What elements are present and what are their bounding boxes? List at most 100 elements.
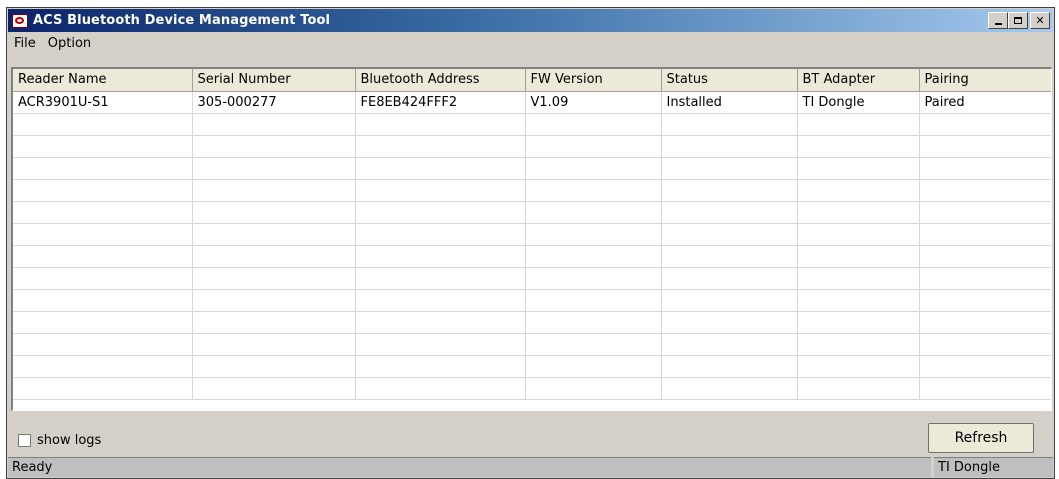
empty-cell (13, 245, 193, 268)
empty-cell (919, 223, 1051, 246)
menu-option[interactable]: Option (42, 36, 97, 51)
empty-cell (797, 223, 920, 246)
empty-cell (525, 333, 662, 356)
table-body: ACR3901U-S1 305-000277 FE8EB424FFF2 V1.0… (13, 91, 1051, 400)
empty-cell (919, 179, 1051, 202)
column-header-bluetooth-address[interactable]: Bluetooth Address (355, 69, 526, 92)
empty-cell (919, 135, 1051, 158)
empty-row (13, 311, 1051, 334)
empty-row (13, 201, 1051, 224)
empty-cell (797, 179, 920, 202)
empty-cell (661, 201, 798, 224)
bottom-panel: show logs Refresh (8, 413, 1053, 457)
cell-status: Installed (661, 91, 798, 114)
column-header-reader-name[interactable]: Reader Name (13, 69, 193, 92)
empty-cell (919, 245, 1051, 268)
menu-file[interactable]: File (8, 36, 42, 51)
empty-row (13, 245, 1051, 268)
empty-row (13, 267, 1051, 290)
empty-cell (661, 377, 798, 400)
column-header-pairing[interactable]: Pairing (919, 69, 1051, 92)
show-logs-checkbox[interactable] (18, 434, 31, 447)
empty-cell (661, 289, 798, 312)
empty-cell (525, 289, 662, 312)
empty-cell (192, 223, 356, 246)
empty-cell (13, 355, 193, 378)
cell-bt-adapter: TI Dongle (797, 91, 920, 114)
empty-cell (192, 289, 356, 312)
cell-reader-name: ACR3901U-S1 (13, 91, 193, 114)
app-window: ACS Bluetooth Device Management Tool ✕ F… (6, 7, 1055, 479)
empty-cell (525, 179, 662, 202)
empty-cell (355, 157, 526, 180)
column-header-bt-adapter[interactable]: BT Adapter (797, 69, 920, 92)
empty-cell (661, 267, 798, 290)
empty-cell (797, 289, 920, 312)
empty-cell (192, 377, 356, 400)
show-logs-option[interactable]: show logs (18, 433, 101, 448)
empty-cell (13, 377, 193, 400)
empty-cell (192, 179, 356, 202)
column-header-fw-version[interactable]: FW Version (525, 69, 662, 92)
empty-cell (355, 355, 526, 378)
device-list[interactable]: Reader Name Serial Number Bluetooth Addr… (11, 67, 1052, 411)
empty-cell (192, 113, 356, 136)
empty-cell (355, 179, 526, 202)
empty-cell (355, 311, 526, 334)
empty-cell (13, 113, 193, 136)
empty-cell (919, 311, 1051, 334)
maximize-icon (1014, 17, 1022, 24)
column-header-status[interactable]: Status (661, 69, 798, 92)
refresh-button[interactable]: Refresh (928, 423, 1034, 453)
empty-cell (192, 333, 356, 356)
empty-cell (355, 377, 526, 400)
empty-cell (192, 201, 356, 224)
empty-row (13, 289, 1051, 312)
empty-cell (13, 333, 193, 356)
empty-cell (525, 311, 662, 334)
empty-cell (919, 355, 1051, 378)
window-title: ACS Bluetooth Device Management Tool (33, 13, 331, 28)
title-bar[interactable]: ACS Bluetooth Device Management Tool ✕ (8, 9, 1053, 32)
empty-cell (797, 355, 920, 378)
empty-cell (355, 223, 526, 246)
empty-cell (355, 333, 526, 356)
empty-cell (919, 157, 1051, 180)
close-button[interactable]: ✕ (1030, 12, 1050, 29)
empty-cell (919, 289, 1051, 312)
status-message: Ready (8, 457, 931, 477)
maximize-button[interactable] (1008, 12, 1028, 29)
empty-cell (661, 135, 798, 158)
empty-cell (919, 113, 1051, 136)
empty-cell (355, 135, 526, 158)
cell-pairing: Paired (919, 91, 1051, 114)
empty-cell (797, 267, 920, 290)
empty-cell (192, 311, 356, 334)
table-row[interactable]: ACR3901U-S1 305-000277 FE8EB424FFF2 V1.0… (13, 91, 1051, 114)
empty-cell (661, 311, 798, 334)
minimize-button[interactable] (988, 12, 1008, 29)
empty-cell (525, 377, 662, 400)
empty-cell (661, 179, 798, 202)
empty-cell (13, 311, 193, 334)
close-icon: ✕ (1035, 14, 1045, 27)
column-header-serial-number[interactable]: Serial Number (192, 69, 356, 92)
empty-cell (355, 113, 526, 136)
empty-cell (525, 223, 662, 246)
window-controls: ✕ (988, 12, 1050, 29)
empty-cell (797, 157, 920, 180)
empty-row (13, 333, 1051, 356)
status-adapter: TI Dongle (934, 457, 1053, 477)
empty-cell (797, 333, 920, 356)
empty-cell (355, 267, 526, 290)
empty-cell (661, 333, 798, 356)
empty-row (13, 157, 1051, 180)
empty-cell (525, 267, 662, 290)
empty-cell (661, 113, 798, 136)
empty-cell (13, 267, 193, 290)
device-table: Reader Name Serial Number Bluetooth Addr… (13, 69, 1051, 400)
menu-bar: File Option (8, 33, 1053, 53)
minimize-icon (994, 23, 1002, 25)
empty-cell (13, 223, 193, 246)
empty-cell (192, 267, 356, 290)
